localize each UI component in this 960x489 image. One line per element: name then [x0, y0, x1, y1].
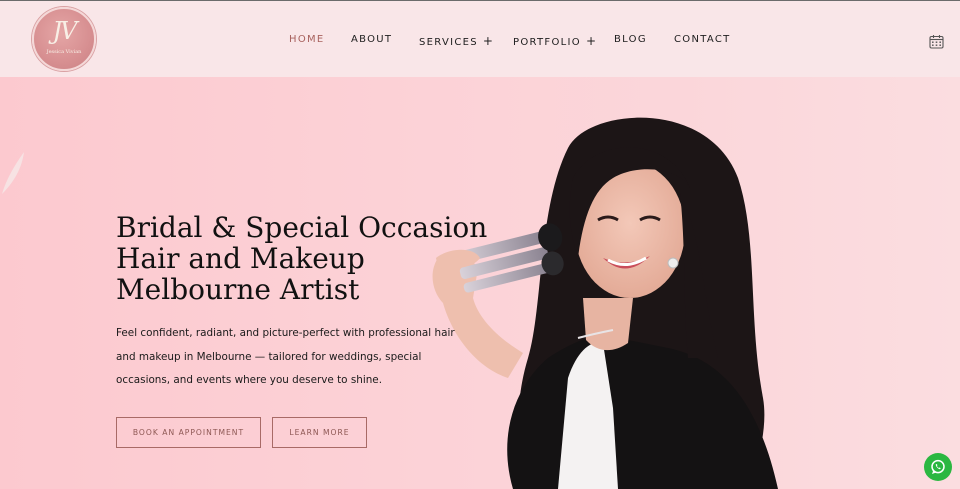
nav-item-services[interactable]: SERVICES +	[419, 34, 493, 48]
nav-item-contact[interactable]: CONTACT	[674, 34, 731, 45]
feather-decoration	[2, 152, 24, 194]
page: JV Jessica Vivian HOME ABOUT SERVICES + P…	[0, 0, 960, 489]
intro-line: and makeup in Melbourne — tailored for w…	[116, 350, 422, 363]
main-nav: HOME ABOUT SERVICES + PORTFOLIO + BLOG CON…	[0, 34, 960, 48]
nav-item-about[interactable]: ABOUT	[351, 34, 392, 45]
hero-headline: Bridal & Special Occasion Hair and Makeu…	[116, 212, 496, 305]
nav-item-blog[interactable]: BLOG	[614, 34, 647, 45]
whatsapp-button[interactable]	[924, 453, 952, 481]
whatsapp-icon	[931, 459, 945, 474]
nav-item-label: ABOUT	[351, 34, 393, 45]
nav-item-label: CONTACT	[674, 34, 731, 45]
learn-more-button[interactable]: LEARN MORE	[272, 417, 367, 448]
intro-line: occasions, and events where you deserve …	[116, 374, 382, 386]
logo-name: Jessica Vivian	[46, 49, 82, 55]
nav-item-label: HOME	[289, 34, 325, 45]
hero-intro-text: Feel confident, radiant, and picture-per…	[116, 322, 466, 393]
headline-line: Melbourne Artist	[116, 273, 360, 306]
nav-item-label: PORTFOLIO	[513, 37, 581, 48]
plus-icon[interactable]: +	[483, 34, 493, 48]
nav-item-label: BLOG	[614, 34, 647, 45]
nav-item-home[interactable]: HOME	[289, 34, 325, 45]
plus-icon[interactable]: +	[586, 34, 596, 48]
intro-line: Feel confident, radiant, and picture-per…	[116, 327, 455, 339]
headline-line: Hair and Makeup	[116, 242, 365, 275]
site-header: JV Jessica Vivian HOME ABOUT SERVICES + P…	[0, 1, 960, 77]
nav-item-portfolio[interactable]: PORTFOLIO +	[513, 34, 596, 48]
nav-item-label: SERVICES	[419, 37, 478, 48]
headline-line: Bridal & Special Occasion	[116, 211, 488, 244]
book-appointment-button[interactable]: BOOK AN APPOINTMENT	[116, 417, 261, 448]
calendar-icon[interactable]	[929, 34, 944, 49]
